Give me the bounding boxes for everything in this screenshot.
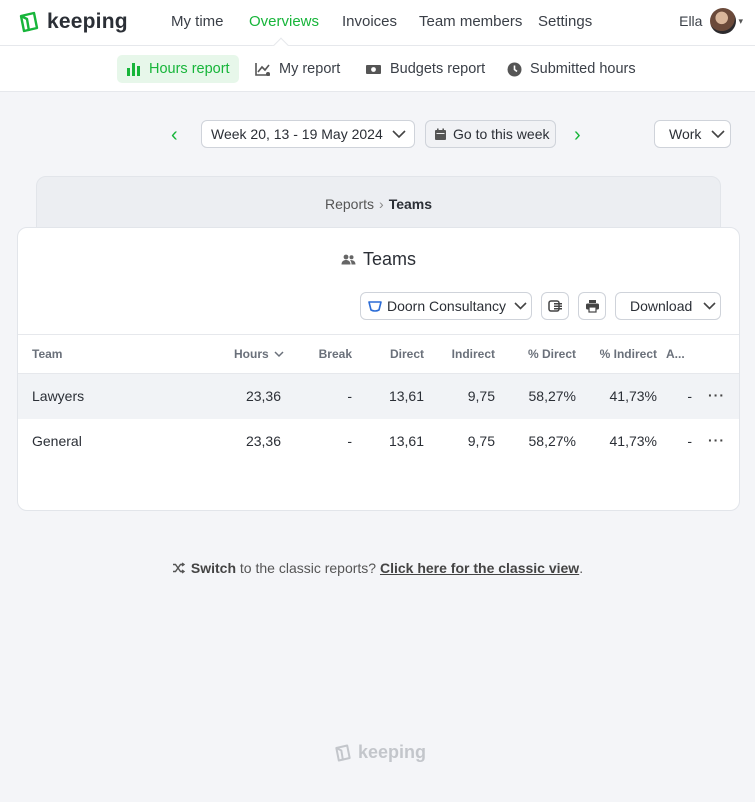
line-chart-icon [255,62,270,76]
cell-team: General [32,433,82,449]
column-header-hours[interactable]: Hours [234,347,284,361]
next-week-button[interactable]: › [574,124,581,147]
column-header-a[interactable]: A... [666,347,685,361]
work-filter-label: Work [669,126,702,142]
breadcrumb-current: Teams [388,196,433,212]
breadcrumb-reports-link[interactable]: Reports [325,196,374,212]
column-settings-button[interactable] [541,292,569,320]
subnav-label: My report [279,61,341,77]
week-select-label: Week 20, 13 - 19 May 2024 [211,126,383,142]
user-menu[interactable]: Ella ▾ [679,8,743,34]
subnav-label: Submitted hours [530,61,636,77]
chevron-down-icon [392,129,406,138]
subnav-my-report[interactable]: My report [246,55,349,83]
row-more-icon[interactable]: ··· [708,432,725,448]
print-button[interactable] [578,292,606,320]
keeping-logo[interactable]: keeping [17,10,128,34]
report-title: Teams [18,249,739,270]
nav-overviews[interactable]: Overviews [249,13,319,30]
chevron-down-icon [514,302,527,310]
avatar [710,8,737,34]
column-header-direct[interactable]: Direct [374,347,424,361]
column-header-pct-direct[interactable]: % Direct [506,347,576,361]
classic-view-link[interactable]: Click here for the classic view [380,560,579,576]
cell-indirect: 9,75 [467,433,495,449]
keeping-logo-icon [335,744,351,761]
bar-chart-icon [127,63,140,76]
cell-hours: 23,36 [245,433,281,449]
nav-team-members[interactable]: Team members [419,13,522,30]
classic-view-switch: Switch to the classic reports? Click her… [0,560,755,576]
subnav-label: Hours report [149,61,230,77]
footer-logo-text: keeping [358,742,427,762]
table-header: Team Hours Break Direct Indirect % Direc… [18,334,739,374]
nav-settings[interactable]: Settings [538,13,592,30]
column-header-break[interactable]: Break [302,347,352,361]
subnav-hours-report[interactable]: Hours report [117,55,239,83]
footer-logo: keeping [333,742,426,763]
row-more-icon[interactable]: ··· [708,387,725,403]
shuffle-icon [172,562,186,574]
top-navigation: keeping My time Overviews Invoices Team … [0,0,755,46]
logo-text: keeping [47,10,128,33]
cell-indirect: 9,75 [467,388,495,404]
report-title-text: Teams [362,249,416,269]
cell-a: - [687,433,692,449]
report-card: Teams Doorn Consultancy Download Team Ho… [17,227,740,511]
subnav-budgets-report[interactable]: Budgets report [356,55,494,83]
column-header-pct-indirect[interactable]: % Indirect [582,347,657,361]
table-row[interactable]: General 23,36 - 13,61 9,75 58,27% 41,73%… [18,419,739,464]
subnav-submitted-hours[interactable]: Submitted hours [498,55,645,83]
chevron-down-icon [703,302,716,310]
cell-pct-direct: 58,27% [528,433,576,449]
cell-break: - [347,388,352,404]
download-label: Download [630,298,693,314]
work-filter-select[interactable]: Work [654,120,731,148]
download-button[interactable]: Download [615,292,721,320]
column-header-indirect[interactable]: Indirect [435,347,495,361]
column-header-team[interactable]: Team [32,347,62,361]
printer-icon [585,300,599,313]
week-select[interactable]: Week 20, 13 - 19 May 2024 [201,120,415,148]
clock-icon [507,62,522,76]
go-to-this-week-button[interactable]: Go to this week [425,120,556,148]
cell-hours: 23,36 [245,388,281,404]
keeping-logo-icon [19,11,39,33]
switch-word: Switch [190,560,237,576]
user-name: Ella [679,13,703,29]
cell-pct-indirect: 41,73% [609,388,657,404]
cell-pct-direct: 58,27% [528,388,576,404]
switch-text: to the classic reports? [236,560,380,576]
sort-descending-icon [274,351,284,358]
switch-end: . [579,560,584,576]
cell-break: - [347,433,352,449]
column-settings-icon [547,300,562,312]
client-select[interactable]: Doorn Consultancy [360,292,532,320]
table-row[interactable]: Lawyers 23,36 - 13,61 9,75 58,27% 41,73%… [18,374,739,419]
chevron-right-icon: › [379,196,384,212]
cell-a: - [687,388,692,404]
cell-direct: 13,61 [388,433,424,449]
go-to-this-week-label: Go to this week [453,126,550,142]
previous-week-button[interactable]: ‹ [171,124,178,147]
chevron-down-icon [711,129,725,138]
chevron-down-icon: ▾ [738,15,743,26]
column-header-label: Hours [234,347,269,361]
cell-team: Lawyers [32,388,85,404]
subnav-label: Budgets report [390,61,486,77]
cell-direct: 13,61 [388,388,424,404]
people-icon [341,254,356,265]
client-select-label: Doorn Consultancy [387,298,507,314]
calendar-icon [435,128,446,140]
client-logo-icon [368,301,382,312]
cell-pct-indirect: 41,73% [609,433,657,449]
nav-invoices[interactable]: Invoices [342,13,397,30]
breadcrumb: Reports › Teams [37,196,720,212]
money-icon [366,64,381,74]
nav-my-time[interactable]: My time [171,13,224,30]
sub-navigation: Hours report My report Budgets report Su… [0,46,755,92]
